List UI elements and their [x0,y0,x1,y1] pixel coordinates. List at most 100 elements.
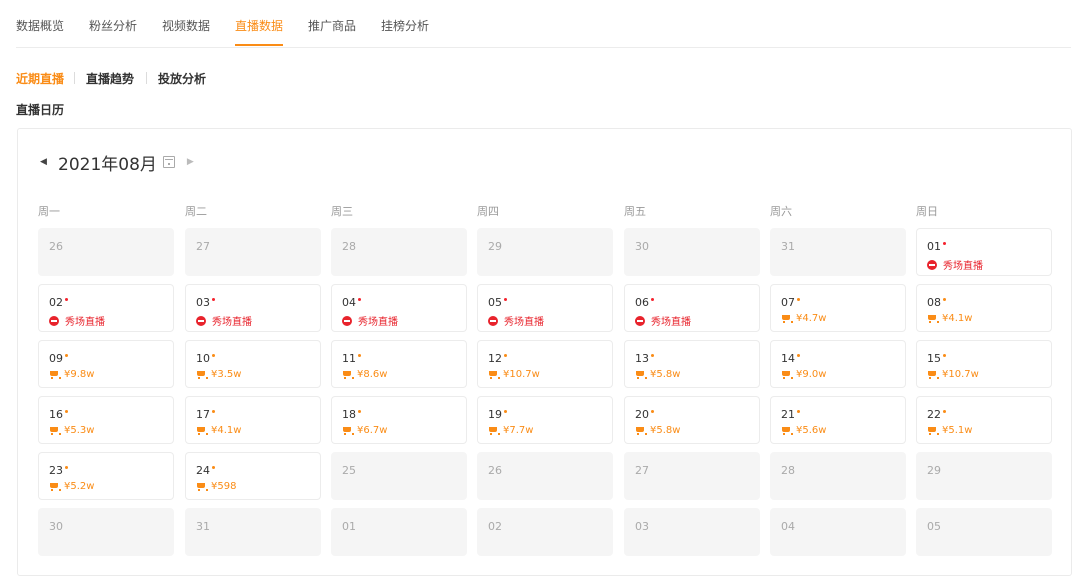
show-live-icon [49,315,59,326]
calendar-day-live[interactable]: 20 ¥5.8w [624,396,760,444]
day-number-text: 31 [781,240,795,253]
calendar-day-live[interactable]: 01 秀场直播 [916,228,1052,276]
calendar-month: 2021年08月 [58,154,157,175]
calendar-day-live[interactable]: 02 秀场直播 [38,284,174,332]
live-dot-icon [212,298,215,301]
calendar-day-live[interactable]: 18 ¥6.7w [331,396,467,444]
show-live-tag: 秀场直播 [342,313,398,328]
next-month-icon[interactable]: ▶ [187,157,199,167]
calendar-day-live[interactable]: 08 ¥4.1w [916,284,1052,332]
live-dot-icon [358,354,361,357]
day-number: 18 [342,408,361,421]
calendar-day-live[interactable]: 12 ¥10.7w [477,340,613,388]
calendar-day-live[interactable]: 09 ¥9.8w [38,340,174,388]
day-number-text: 12 [488,352,502,365]
day-number: 19 [488,408,507,421]
sales-tag: ¥4.1w [196,425,241,436]
day-number: 21 [781,408,800,421]
sales-value: ¥598 [211,481,237,492]
live-dot-icon [651,298,654,301]
day-number: 10 [196,352,215,365]
weekday-label: 周日 [916,205,938,218]
calendar-day-live[interactable]: 21 ¥5.6w [770,396,906,444]
tab-fan-analysis[interactable]: 粉丝分析 [89,17,137,34]
calendar-day-live[interactable]: 19 ¥7.7w [477,396,613,444]
show-live-icon [635,315,645,326]
tab-live-data[interactable]: 直播数据 [235,17,283,34]
day-number-text: 24 [196,464,210,477]
sales-value: ¥5.2w [64,481,95,492]
day-number-text: 14 [781,352,795,365]
calendar-day-live[interactable]: 11 ¥8.6w [331,340,467,388]
live-dot-icon [504,410,507,413]
tab-rank-analysis[interactable]: 挂榜分析 [381,17,429,34]
shopping-cart-icon [635,370,647,379]
day-number-text: 17 [196,408,210,421]
calendar-day-live[interactable]: 24 ¥598 [185,452,321,500]
sales-tag: ¥8.6w [342,369,387,380]
sales-value: ¥6.7w [357,425,388,436]
live-dot-icon [797,354,800,357]
subtab-recent-live[interactable]: 近期直播 [16,70,64,87]
show-live-label: 秀场直播 [65,317,105,328]
prev-month-icon[interactable]: ◀ [40,157,52,167]
day-number-text: 31 [196,520,210,533]
sales-value: ¥4.7w [796,313,827,324]
sales-value: ¥10.7w [942,369,979,380]
show-live-label: 秀场直播 [943,261,983,272]
day-number-text: 03 [635,520,649,533]
shopping-cart-icon [196,482,208,491]
calendar-day-live[interactable]: 10 ¥3.5w [185,340,321,388]
calendar-day-live[interactable]: 03 秀场直播 [185,284,321,332]
shopping-cart-icon [49,482,61,491]
day-number: 05 [488,296,507,309]
day-number: 28 [342,240,356,253]
calendar-day-empty: 28 [770,452,906,500]
subtab-divider [146,72,147,84]
sales-tag: ¥4.7w [781,313,826,324]
calendar-day-live[interactable]: 04 秀场直播 [331,284,467,332]
calendar-day-live[interactable]: 17 ¥4.1w [185,396,321,444]
calendar-day-empty: 27 [185,228,321,276]
subtab-ad-analysis[interactable]: 投放分析 [158,70,206,87]
subtab-live-trend[interactable]: 直播趋势 [86,70,134,87]
show-live-icon [196,315,206,326]
calendar-day-live[interactable]: 06 秀场直播 [624,284,760,332]
live-dot-icon [65,410,68,413]
show-live-tag: 秀场直播 [196,313,252,328]
live-dot-icon [212,410,215,413]
tab-promoted-products[interactable]: 推广商品 [308,17,356,34]
calendar-day-live[interactable]: 05 秀场直播 [477,284,613,332]
calendar-day-live[interactable]: 22 ¥5.1w [916,396,1052,444]
sales-tag: ¥5.2w [49,481,94,492]
shopping-cart-icon [342,426,354,435]
calendar-day-live[interactable]: 07 ¥4.7w [770,284,906,332]
calendar-day-empty: 26 [477,452,613,500]
shopping-cart-icon [196,426,208,435]
day-number-text: 01 [342,520,356,533]
day-number-text: 27 [196,240,210,253]
tab-video-data[interactable]: 视频数据 [162,17,210,34]
live-dot-icon [358,410,361,413]
calendar-day-live[interactable]: 14 ¥9.0w [770,340,906,388]
show-live-label: 秀场直播 [651,317,691,328]
calendar-day-live[interactable]: 16 ¥5.3w [38,396,174,444]
day-number: 03 [635,520,649,533]
live-dot-icon [65,354,68,357]
live-dot-icon [65,298,68,301]
day-number-text: 29 [927,464,941,477]
calendar-day-live[interactable]: 13 ¥5.8w [624,340,760,388]
day-number-text: 19 [488,408,502,421]
calendar-day-empty: 25 [331,452,467,500]
weekday-label: 周一 [38,205,60,218]
day-number: 24 [196,464,215,477]
calendar-day-live[interactable]: 23 ¥5.2w [38,452,174,500]
tab-data-overview[interactable]: 数据概览 [16,17,64,34]
calendar-icon[interactable] [162,156,175,168]
calendar-day-empty: 02 [477,508,613,556]
day-number-text: 05 [927,520,941,533]
day-number: 29 [488,240,502,253]
calendar-day-live[interactable]: 15 ¥10.7w [916,340,1052,388]
day-number-text: 04 [342,296,356,309]
calendar-day-empty: 29 [477,228,613,276]
